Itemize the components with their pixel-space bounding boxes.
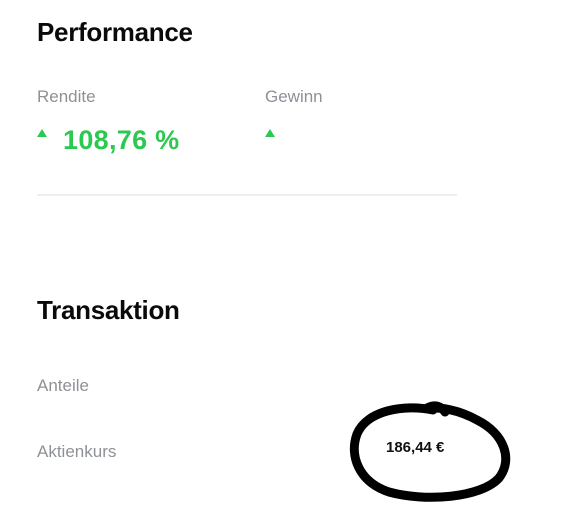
gewinn-value-row — [265, 125, 323, 155]
gewinn-label: Gewinn — [265, 87, 323, 106]
aktienkurs-label: Aktienkurs — [37, 442, 117, 461]
transaktion-title: Transaktion — [37, 295, 180, 325]
rendite-metric: Rendite 108,76 % — [37, 88, 180, 155]
rendite-value: 108,76 % — [63, 124, 180, 155]
triangle-up-icon — [265, 129, 275, 137]
section-divider — [37, 194, 457, 196]
rendite-label: Rendite — [37, 87, 96, 106]
triangle-up-icon — [37, 129, 47, 137]
aktienkurs-value: 186,44 € — [386, 439, 445, 456]
rendite-value-row: 108,76 % — [37, 125, 180, 155]
gewinn-metric: Gewinn — [265, 88, 323, 155]
anteile-label: Anteile — [37, 376, 89, 395]
performance-title: Performance — [37, 17, 193, 47]
